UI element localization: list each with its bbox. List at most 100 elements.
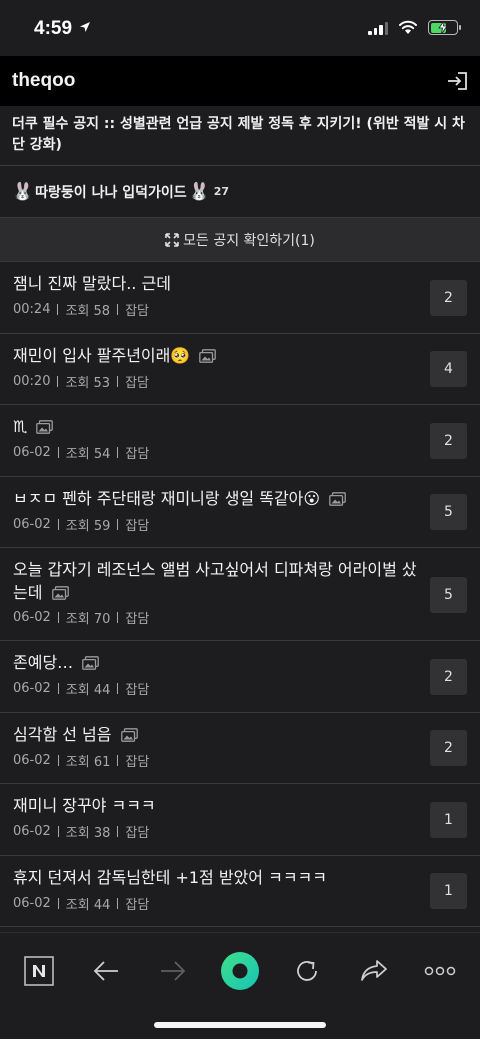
share-icon[interactable] bbox=[354, 951, 394, 991]
post-category[interactable]: 잡담 bbox=[125, 372, 149, 391]
post-time: 06-02 bbox=[13, 895, 51, 911]
post-category[interactable]: 잡담 bbox=[125, 300, 149, 319]
more-icon[interactable] bbox=[420, 951, 460, 991]
post-views: 조회 59 bbox=[65, 518, 111, 534]
site-header: theqoo bbox=[0, 56, 480, 106]
wifi-icon bbox=[399, 20, 417, 34]
meta-separator bbox=[57, 683, 59, 694]
post-views: 조회 54 bbox=[65, 447, 111, 462]
image-attachment-icon bbox=[199, 348, 217, 363]
green-dot-icon[interactable] bbox=[220, 946, 260, 996]
rabbit-emoji-icon: 🐰 bbox=[12, 181, 34, 202]
back-arrow-icon[interactable] bbox=[86, 951, 126, 991]
post-meta: 06-02 조회 61 잡담 bbox=[13, 751, 149, 770]
reply-count-badge[interactable]: 2 bbox=[430, 658, 467, 695]
meta-separator bbox=[117, 754, 119, 766]
reply-count-badge[interactable]: 5 bbox=[430, 576, 467, 613]
post-row[interactable]: 잼니 진짜 말랐다.. 근데 00:24 조회 58 잡담 2 bbox=[0, 262, 480, 334]
post-views: 조회 38 bbox=[65, 826, 111, 841]
meta-separator bbox=[117, 826, 119, 837]
reload-icon[interactable] bbox=[287, 951, 327, 991]
naver-n-icon[interactable] bbox=[19, 951, 59, 991]
post-row[interactable]: ♏︎ 06-02 조회 54 잡담 2 bbox=[0, 405, 480, 477]
reply-count-badge[interactable]: 1 bbox=[430, 873, 467, 910]
post-meta: 06-02 조회 44 잡담 bbox=[13, 679, 149, 698]
meta-separator bbox=[57, 375, 59, 387]
all-notices-button[interactable]: 모든 공지 확인하기(1) bbox=[0, 218, 480, 262]
location-arrow-icon bbox=[80, 22, 91, 32]
post-category[interactable]: 잡담 bbox=[125, 822, 149, 841]
post-list: 잼니 진짜 말랐다.. 근데 00:24 조회 58 잡담 2 재민이 입사 팔주년이래🥺… bbox=[0, 262, 480, 927]
post-title[interactable]: 존예당… bbox=[13, 651, 423, 674]
post-title-text: ♏︎ bbox=[13, 417, 28, 436]
meta-separator bbox=[57, 897, 59, 909]
post-title[interactable]: 재민이 입사 팔주년이래🥺 bbox=[13, 344, 423, 367]
rabbit-emoji-icon: 🐰 bbox=[188, 181, 210, 202]
reply-count-badge[interactable]: 5 bbox=[430, 494, 467, 531]
status-time-text: 4:59 bbox=[34, 18, 73, 39]
site-title[interactable]: theqoo bbox=[12, 70, 75, 92]
post-time: 00:20 bbox=[13, 373, 51, 389]
post-category[interactable]: 잡담 bbox=[125, 443, 149, 462]
post-category[interactable]: 잡담 bbox=[125, 679, 149, 698]
post-views: 조회 61 bbox=[65, 754, 111, 770]
meta-separator bbox=[57, 447, 59, 458]
notice-guide[interactable]: 🐰 따랑둥이 나나 입덕가이드 🐰 27 bbox=[0, 166, 480, 218]
post-time: 06-02 bbox=[13, 610, 51, 625]
post-title-text: ㅂㅈㅁ 펜하 주단태랑 재미니랑 생일 똑같아😮 bbox=[13, 488, 321, 508]
post-time: 06-02 bbox=[13, 516, 51, 532]
status-bar: 4:59 bbox=[0, 0, 480, 56]
post-title[interactable]: 재미니 장꾸야 ㅋㅋㅋ bbox=[13, 794, 423, 817]
login-icon[interactable] bbox=[446, 71, 468, 91]
reply-count-badge[interactable]: 2 bbox=[430, 279, 467, 316]
post-title-text: 오늘 갑자기 레조넌스 앨범 사고싶어서 디파쳐랑 어라이벌 샀는데 bbox=[13, 560, 417, 602]
home-indicator[interactable] bbox=[154, 1022, 326, 1028]
image-attachment-icon bbox=[82, 656, 100, 670]
post-title-text: 잼니 진짜 말랐다.. 근데 bbox=[13, 274, 171, 293]
battery-icon bbox=[428, 20, 461, 35]
reply-count-badge[interactable]: 4 bbox=[430, 351, 467, 388]
post-row[interactable]: 휴지 던져서 감독님한테 +1점 받았어 ㅋㅋㅋㅋ 06-02 조회 44 잡담 1 bbox=[0, 856, 480, 927]
post-title[interactable]: 휴지 던져서 감독님한테 +1점 받았어 ㅋㅋㅋㅋ bbox=[13, 866, 423, 889]
meta-separator bbox=[57, 754, 59, 766]
post-title[interactable]: 잼니 진짜 말랐다.. 근데 bbox=[13, 272, 423, 295]
meta-separator bbox=[117, 897, 119, 909]
post-row[interactable]: 존예당… 06-02 조회 44 잡담 2 bbox=[0, 641, 480, 713]
reply-count-badge[interactable]: 1 bbox=[430, 801, 467, 838]
meta-separator bbox=[57, 518, 59, 530]
meta-separator bbox=[117, 518, 119, 530]
status-icons bbox=[368, 20, 461, 35]
charging-bolt-icon bbox=[438, 21, 448, 34]
post-views: 조회 44 bbox=[65, 683, 111, 698]
post-meta: 00:24 조회 58 잡담 bbox=[13, 300, 149, 319]
post-row[interactable]: 심각함 선 넘음 06-02 조회 61 잡담 2 bbox=[0, 713, 480, 784]
post-row[interactable]: 재민이 입사 팔주년이래🥺 00:20 조회 53 잡담 4 bbox=[0, 334, 480, 405]
notice-main[interactable]: 더쿠 필수 공지 :: 성별관련 언급 공지 제발 정독 후 지키기! (위반 … bbox=[0, 106, 480, 166]
post-category[interactable]: 잡담 bbox=[125, 608, 149, 627]
post-row[interactable]: 오늘 갑자기 레조넌스 앨범 사고싶어서 디파쳐랑 어라이벌 샀는데 06-02… bbox=[0, 548, 480, 641]
reply-count-badge[interactable]: 2 bbox=[430, 730, 467, 767]
meta-separator bbox=[117, 375, 119, 387]
post-category[interactable]: 잡담 bbox=[125, 515, 149, 534]
forward-arrow-icon[interactable] bbox=[153, 951, 193, 991]
post-views: 조회 58 bbox=[65, 304, 111, 319]
post-title[interactable]: ♏︎ bbox=[13, 415, 423, 438]
post-meta: 06-02 조회 70 잡담 bbox=[13, 608, 149, 627]
post-row[interactable]: 재미니 장꾸야 ㅋㅋㅋ 06-02 조회 38 잡담 1 bbox=[0, 784, 480, 856]
reply-count-badge[interactable]: 2 bbox=[430, 422, 467, 459]
post-time: 00:24 bbox=[13, 302, 51, 317]
post-meta: 06-02 조회 44 잡담 bbox=[13, 894, 149, 913]
notice-guide-text: 따랑둥이 나나 입덕가이드 bbox=[35, 184, 187, 201]
image-attachment-icon bbox=[329, 491, 347, 506]
image-attachment-icon bbox=[51, 586, 69, 600]
post-views: 조회 70 bbox=[65, 612, 111, 627]
notice-guide-count: 27 bbox=[213, 185, 230, 198]
post-time: 06-02 bbox=[13, 445, 51, 460]
post-title[interactable]: ㅂㅈㅁ 펜하 주단태랑 재미니랑 생일 똑같아😮 bbox=[13, 487, 423, 510]
post-category[interactable]: 잡담 bbox=[125, 894, 149, 913]
post-title[interactable]: 심각함 선 넘음 bbox=[13, 723, 423, 746]
post-meta: 06-02 조회 54 잡담 bbox=[13, 443, 149, 462]
post-title[interactable]: 오늘 갑자기 레조넌스 앨범 사고싶어서 디파쳐랑 어라이벌 샀는데 bbox=[13, 558, 423, 604]
post-row[interactable]: ㅂㅈㅁ 펜하 주단태랑 재미니랑 생일 똑같아😮 06-02 조회 59 잡담 5 bbox=[0, 477, 480, 548]
post-category[interactable]: 잡담 bbox=[125, 751, 149, 770]
